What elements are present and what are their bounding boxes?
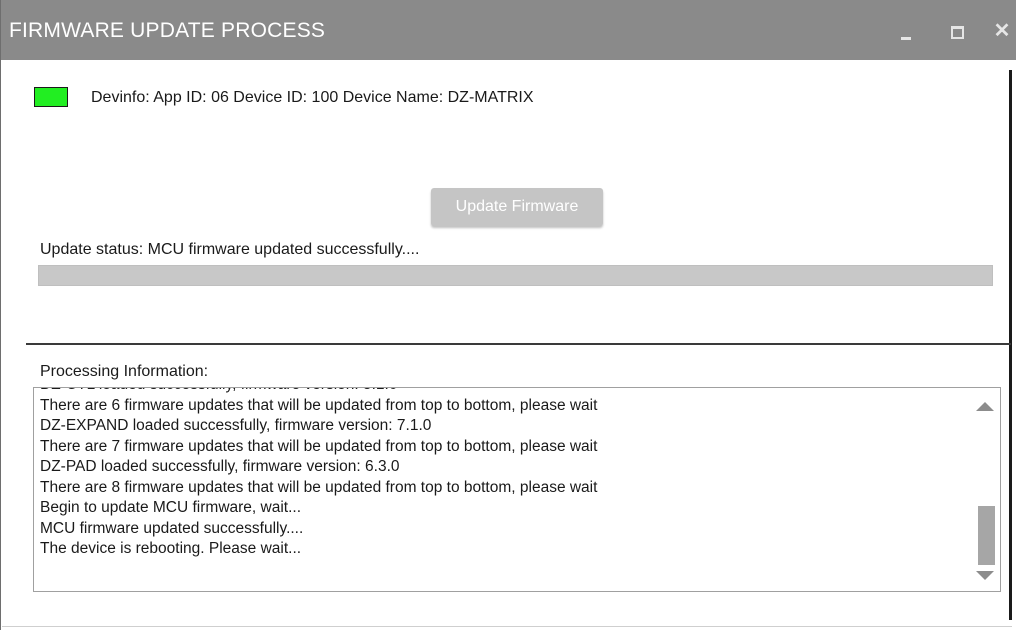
progress-fill [39, 266, 992, 285]
log-line: DZ-PAD loaded successfully, firmware ver… [40, 458, 400, 475]
scroll-up-arrow-icon[interactable] [976, 402, 994, 411]
log-line: There are 6 firmware updates that will b… [40, 396, 598, 414]
device-info-text: Devinfo: App ID: 06 Device ID: 100 Devic… [91, 89, 534, 106]
log-line: There are 8 firmware updates that will b… [40, 478, 598, 496]
scroll-down-arrow-icon[interactable] [976, 571, 994, 580]
window-bottom-border [2, 626, 1012, 627]
close-icon[interactable]: ✕ [987, 18, 1016, 44]
log-line: DZ-CTL loaded successfully, firmware ver… [40, 388, 970, 396]
maximize-icon[interactable] [941, 18, 971, 44]
update-status-text: Update status: MCU firmware updated succ… [40, 241, 420, 258]
log-lines: DZ-CTL loaded successfully, firmware ver… [40, 388, 970, 560]
log-line: DZ-EXPAND loaded successfully, firmware … [40, 417, 432, 434]
window-title: FIRMWARE UPDATE PROCESS [9, 19, 326, 42]
log-line: MCU firmware updated successfully.... [40, 519, 304, 537]
log-line: The device is rebooting. Please wait... [40, 540, 302, 557]
firmware-update-window: FIRMWARE UPDATE PROCESS ✕ Devinfo: App I… [0, 0, 1016, 630]
minimize-icon[interactable] [891, 18, 921, 44]
device-status-indicator [34, 87, 68, 107]
scrollbar-thumb[interactable] [978, 506, 995, 565]
section-divider [26, 343, 1011, 345]
panel-edge [1009, 70, 1012, 620]
processing-info-label: Processing Information: [40, 363, 209, 380]
update-firmware-button[interactable]: Update Firmware [431, 188, 603, 226]
title-bar[interactable]: FIRMWARE UPDATE PROCESS ✕ [1, 0, 1016, 60]
log-line: There are 7 firmware updates that will b… [40, 437, 598, 455]
log-line: Begin to update MCU firmware, wait... [40, 499, 302, 516]
processing-log[interactable]: DZ-CTL loaded successfully, firmware ver… [33, 387, 1001, 592]
update-progress-bar [38, 265, 993, 286]
